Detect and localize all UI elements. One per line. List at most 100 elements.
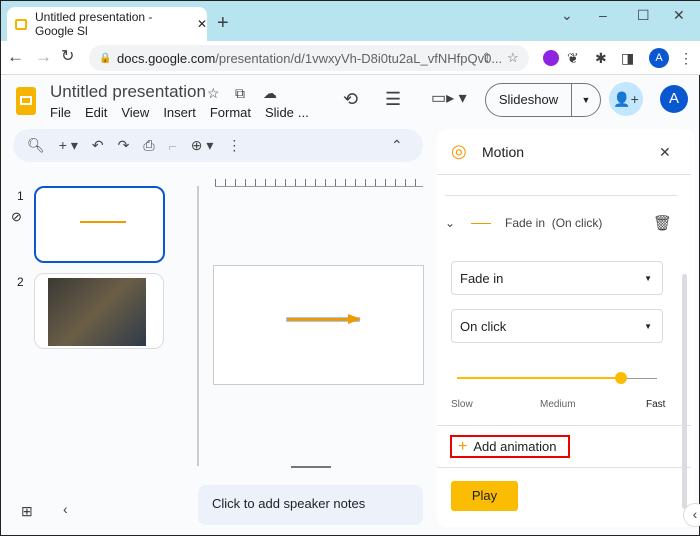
slide-thumbnail-2[interactable]	[34, 273, 164, 349]
browser-tab[interactable]: Untitled presentation - Google Sl ✕	[7, 7, 207, 41]
divider	[445, 195, 677, 196]
motion-icon: ◎	[451, 141, 467, 161]
side-panel-icon[interactable]: ◨	[621, 48, 634, 68]
new-tab-button[interactable]: +	[217, 13, 229, 33]
menu-file[interactable]: File	[50, 105, 71, 120]
animation-summary: Fade in	[505, 216, 546, 230]
horizontal-ruler	[215, 179, 423, 187]
extensions-puzzle-icon[interactable]: ✱	[595, 48, 607, 68]
slider-thumb[interactable]	[615, 372, 627, 384]
menu-edit[interactable]: Edit	[85, 105, 107, 120]
divider	[437, 467, 691, 468]
speed-label-medium: Medium	[540, 399, 576, 410]
document-title[interactable]: Untitled presentation	[50, 82, 206, 102]
url-input[interactable]: 🔒 docs.google.com/presentation/d/1vwxyVh-…	[89, 45, 529, 71]
divider	[437, 174, 691, 175]
search-icon[interactable]: 🔍︎	[27, 137, 45, 154]
slideshow-button[interactable]: Slideshow ▼	[485, 83, 601, 117]
animation-trigger-summary: (On click)	[551, 216, 603, 230]
minimize-icon[interactable]: –	[599, 5, 607, 25]
grid-view-icon[interactable]: ⊞	[21, 501, 33, 521]
menu-view[interactable]: View	[121, 105, 149, 120]
speaker-notes[interactable]: Click to add speaker notes	[198, 485, 423, 525]
forward-icon[interactable]: →	[35, 47, 52, 67]
close-panel-icon[interactable]: ✕	[659, 142, 671, 162]
comments-icon[interactable]: ☰	[385, 89, 401, 109]
arrow-head	[348, 314, 361, 324]
tab-title: Untitled presentation - Google Sl	[34, 10, 153, 38]
menu-slide[interactable]: Slide	[265, 105, 294, 120]
star-icon[interactable]: ☆	[207, 83, 220, 103]
collapse-toolbar-icon[interactable]: ⌃	[391, 137, 403, 154]
redo-icon[interactable]: ↷	[118, 137, 130, 154]
new-slide-icon[interactable]: + ▾	[59, 137, 78, 154]
address-bar-row: ← → ↻ 🔒 docs.google.com/presentation/d/1v…	[1, 41, 700, 75]
maximize-icon[interactable]: ☐	[637, 5, 650, 25]
animation-item-header[interactable]: ⌄ Fade in (On click) 🗑︎	[445, 209, 677, 237]
zoom-icon[interactable]: ⊕ ▾	[191, 137, 214, 154]
delete-icon[interactable]: 🗑︎	[653, 214, 672, 232]
speed-slider[interactable]	[457, 372, 657, 384]
url-host: docs.google.com	[117, 50, 216, 66]
add-animation-button[interactable]: + Add animation	[450, 435, 570, 458]
account-avatar[interactable]: A	[660, 85, 688, 113]
slideshow-label[interactable]: Slideshow	[486, 84, 572, 116]
slides-logo-icon[interactable]	[16, 87, 36, 115]
trigger-select[interactable]: On click ▼	[451, 309, 663, 343]
plus-icon: +	[458, 437, 468, 455]
slide-canvas[interactable]	[213, 265, 424, 385]
extension-icon[interactable]	[543, 50, 559, 66]
collapse-chevron-icon[interactable]: ⌄	[445, 216, 471, 230]
close-tab-icon[interactable]: ✕	[197, 17, 207, 31]
reload-icon[interactable]: ↻	[61, 47, 74, 67]
panel-scrollbar[interactable]	[682, 274, 687, 509]
dropdown-icon: ▼	[644, 273, 652, 283]
version-history-icon[interactable]: ⟲	[343, 89, 358, 109]
photo-image	[48, 278, 146, 346]
paint-format-icon[interactable]: ⌐	[169, 138, 177, 154]
motion-panel: ◎ Motion ✕ ⌄ Fade in (On click) 🗑︎ Fade i…	[437, 129, 695, 527]
effect-select[interactable]: Fade in ▼	[451, 261, 663, 295]
menu-format[interactable]: Format	[210, 105, 251, 120]
vertical-ruler	[197, 186, 199, 466]
menu-more[interactable]: ...	[298, 105, 309, 120]
notes-resize-handle[interactable]	[291, 466, 331, 468]
profile-avatar[interactable]: A	[649, 48, 669, 68]
slideshow-dropdown-icon[interactable]: ▼	[572, 95, 600, 105]
menu-insert[interactable]: Insert	[163, 105, 196, 120]
motion-indicator-icon: ⊘	[11, 209, 22, 224]
collapse-filmstrip-icon[interactable]: ‹	[63, 499, 68, 519]
extension-2-icon[interactable]: ❦	[567, 48, 579, 68]
share-button[interactable]: 👤+	[609, 82, 643, 116]
arrow-thumbnail-icon	[471, 222, 491, 224]
move-folder-icon[interactable]: ⧉	[235, 83, 245, 103]
browser-tab-bar: Untitled presentation - Google Sl ✕ + ⌄ –…	[1, 1, 700, 41]
close-window-icon[interactable]: ✕	[673, 5, 685, 25]
tab-search-icon[interactable]: ⌄	[561, 5, 573, 25]
add-animation-label: Add animation	[473, 439, 557, 454]
bookmark-star-icon[interactable]: ☆	[507, 50, 519, 66]
undo-icon[interactable]: ↶	[92, 137, 104, 154]
print-icon[interactable]: ⎙	[143, 137, 154, 154]
expand-side-panel-icon[interactable]: ‹	[683, 503, 700, 527]
slides-favicon-icon	[15, 18, 27, 30]
slide-number: 2	[17, 275, 24, 289]
speed-label-fast: Fast	[646, 399, 666, 410]
divider	[437, 425, 691, 426]
slider-fill	[457, 377, 621, 379]
browser-menu-icon[interactable]: ⋮	[679, 48, 693, 68]
cloud-status-icon: ☁	[263, 85, 277, 101]
more-options-icon[interactable]: ⋮	[227, 137, 241, 154]
meet-icon[interactable]: ▭▸ ▾	[431, 89, 467, 109]
menu-bar: File Edit View Insert Format Slide...	[50, 105, 323, 120]
dropdown-icon: ▼	[644, 321, 652, 331]
share-icon[interactable]: ⇪	[481, 50, 492, 66]
panel-title: Motion	[482, 144, 525, 160]
slide-thumbnail-1[interactable]	[34, 186, 165, 263]
arrow-shape	[80, 221, 126, 223]
effect-value: Fade in	[460, 270, 504, 286]
speed-label-slow: Slow	[451, 399, 473, 410]
play-button[interactable]: Play	[451, 481, 518, 511]
lock-icon: 🔒	[99, 52, 112, 64]
back-icon[interactable]: ←	[7, 47, 24, 67]
